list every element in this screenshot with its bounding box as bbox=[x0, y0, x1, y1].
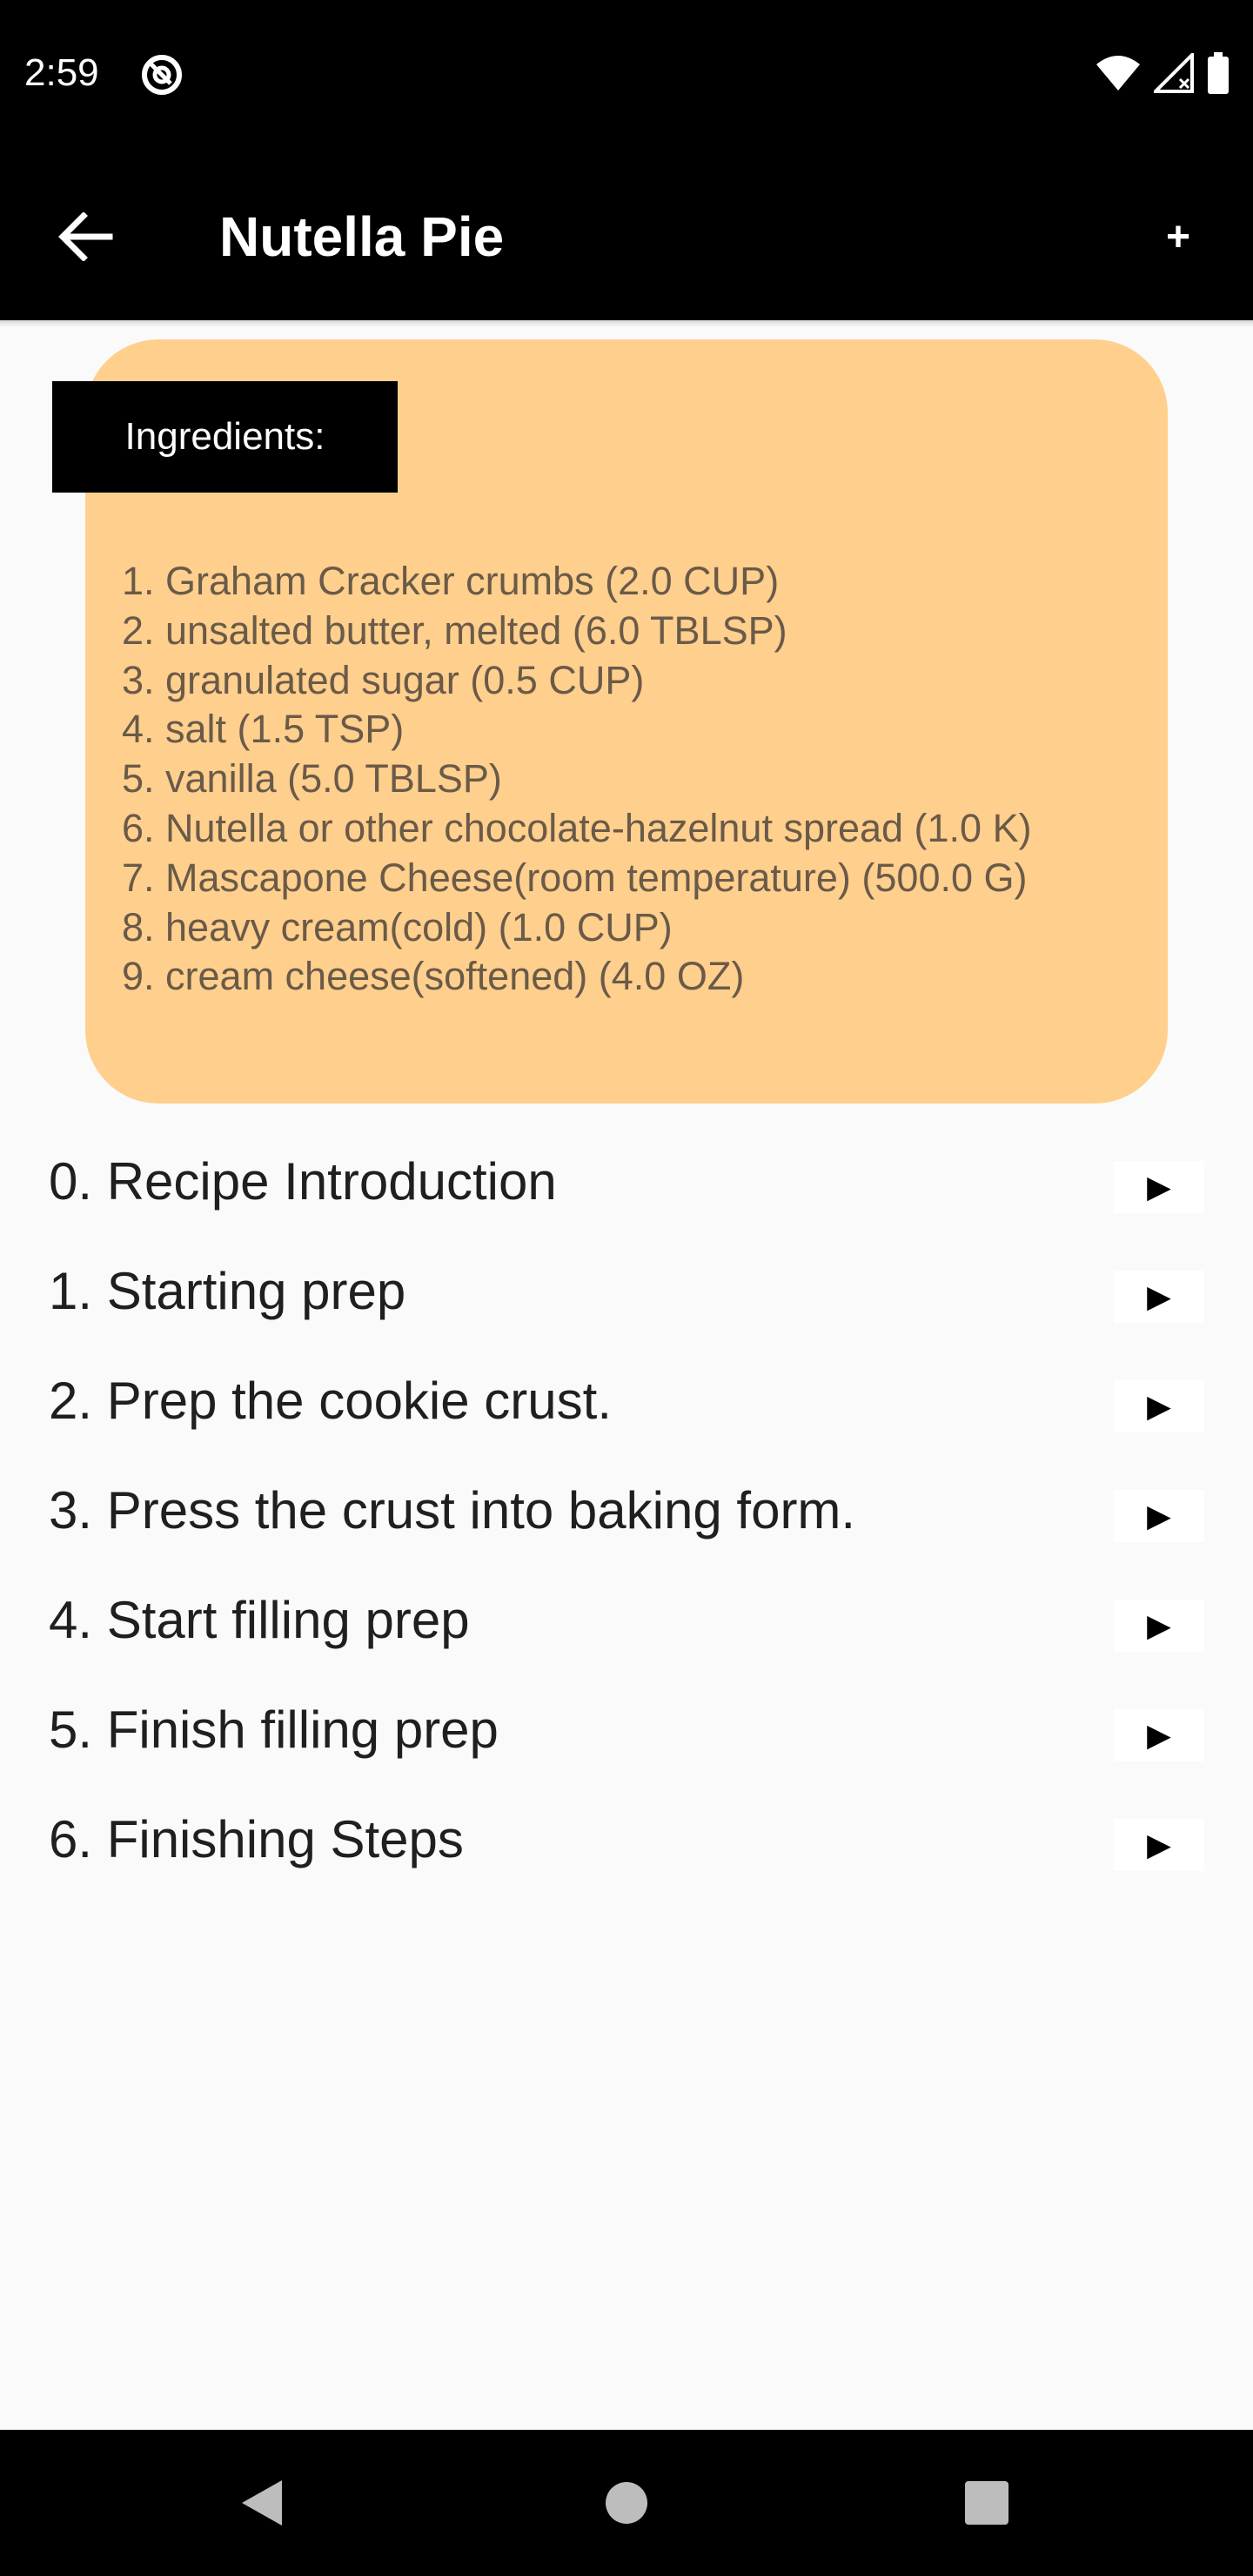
ingredient-item: 6. Nutella or other chocolate-hazelnut s… bbox=[122, 805, 1032, 850]
step-row[interactable]: 5. Finish filling prep ▶ bbox=[0, 1680, 1253, 1789]
nav-home-button[interactable] bbox=[595, 2472, 658, 2534]
add-button[interactable]: + bbox=[1142, 200, 1215, 273]
nav-back-icon bbox=[242, 2480, 282, 2526]
ingredient-item: 2. unsalted butter, melted (6.0 TBLSP) bbox=[122, 607, 787, 653]
play-button[interactable]: ▶ bbox=[1114, 1161, 1204, 1213]
play-button[interactable]: ▶ bbox=[1114, 1380, 1204, 1432]
step-label: 0. Recipe Introduction bbox=[49, 1152, 557, 1211]
nav-back-button[interactable] bbox=[230, 2472, 292, 2534]
nav-recents-icon bbox=[965, 2481, 1008, 2525]
play-button[interactable]: ▶ bbox=[1114, 1490, 1204, 1542]
ingredients-header: Ingredients: bbox=[52, 381, 398, 493]
ingredient-item: 8. heavy cream(cold) (1.0 CUP) bbox=[122, 904, 673, 949]
nav-home-icon bbox=[606, 2482, 647, 2524]
step-label: 6. Finishing Steps bbox=[49, 1810, 464, 1868]
back-button[interactable] bbox=[49, 200, 122, 273]
step-label: 4. Start filling prep bbox=[49, 1591, 470, 1649]
ingredient-item: 7. Mascapone Cheese(room temperature) (5… bbox=[122, 855, 1028, 900]
app-bar: Nutella Pie + bbox=[0, 148, 1253, 320]
wifi-icon bbox=[1095, 54, 1142, 97]
step-row[interactable]: 6. Finishing Steps ▶ bbox=[0, 1789, 1253, 1899]
nav-recents-button[interactable] bbox=[955, 2472, 1018, 2534]
app-bar-shadow bbox=[0, 320, 1253, 327]
status-icons bbox=[1095, 50, 1230, 98]
ingredient-item: 5. vanilla (5.0 TBLSP) bbox=[122, 756, 502, 802]
step-row[interactable]: 1. Starting prep ▶ bbox=[0, 1241, 1253, 1351]
ingredient-item: 3. granulated sugar (0.5 CUP) bbox=[122, 657, 645, 702]
app-notification-icon bbox=[139, 52, 184, 97]
status-time: 2:59 bbox=[24, 51, 99, 94]
arrow-left-icon bbox=[58, 212, 113, 261]
step-row[interactable]: 0. Recipe Introduction ▶ bbox=[0, 1131, 1253, 1241]
play-button[interactable]: ▶ bbox=[1114, 1600, 1204, 1652]
navigation-bar bbox=[0, 2430, 1253, 2576]
signal-icon bbox=[1151, 50, 1194, 97]
ingredient-list: 1. Graham Cracker crumbs (2.0 CUP) 2. un… bbox=[122, 557, 1032, 1002]
step-row[interactable]: 4. Start filling prep ▶ bbox=[0, 1570, 1253, 1680]
step-label: 5. Finish filling prep bbox=[49, 1701, 499, 1759]
step-label: 1. Starting prep bbox=[49, 1262, 406, 1320]
ingredient-item: 1. Graham Cracker crumbs (2.0 CUP) bbox=[122, 559, 780, 603]
status-bar: 2:59 bbox=[0, 0, 1253, 148]
page-title: Nutella Pie bbox=[219, 205, 505, 268]
ingredient-item: 9. cream cheese(softened) (4.0 OZ) bbox=[122, 954, 745, 999]
play-button[interactable]: ▶ bbox=[1114, 1709, 1204, 1761]
step-label: 2. Prep the cookie crust. bbox=[49, 1372, 612, 1430]
play-button[interactable]: ▶ bbox=[1114, 1271, 1204, 1323]
step-row[interactable]: 3. Press the crust into baking form. ▶ bbox=[0, 1460, 1253, 1570]
battery-icon bbox=[1206, 51, 1230, 98]
play-button[interactable]: ▶ bbox=[1114, 1819, 1204, 1871]
step-row[interactable]: 2. Prep the cookie crust. ▶ bbox=[0, 1351, 1253, 1460]
step-label: 3. Press the crust into baking form. bbox=[49, 1481, 856, 1540]
ingredient-item: 4. salt (1.5 TSP) bbox=[122, 707, 405, 752]
